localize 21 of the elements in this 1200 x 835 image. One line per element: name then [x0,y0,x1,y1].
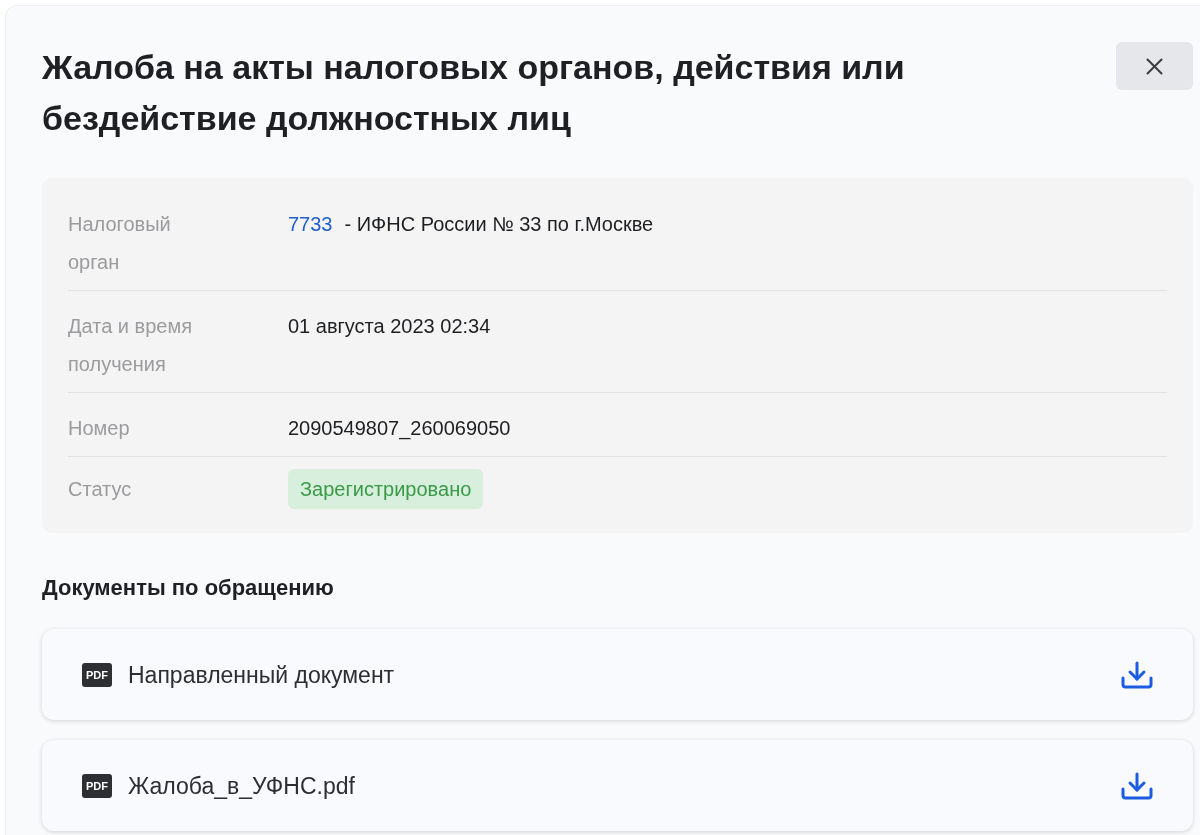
document-name: Жалоба_в_УФНС.pdf [128,771,356,801]
section-heading: Документы по обращению [42,574,335,602]
field-value: 01 августа 2023 02:34 [288,314,491,339]
field-value: - ИФНС России № 33 по г.Москве [344,212,654,237]
dialog-title: Жалоба на акты налоговых органов, действия или бездействие должностных лиц [42,47,906,139]
file-type-badge: PDF [82,773,112,798]
field-label: Номер [68,416,131,441]
status-badge: Зарегистрировано [288,469,484,509]
close-button[interactable] [1116,42,1193,90]
field-label: Статус [68,477,133,502]
download-icon [1120,660,1154,689]
document-name: Направленный документ [128,660,396,690]
field-label: Налоговый орган [68,212,172,275]
field-value: 2090549807_260069050 [288,416,511,442]
file-type-badge: PDF [82,662,112,687]
close-icon [1146,57,1163,75]
download-button[interactable] [1120,660,1154,689]
tax-office-code-link[interactable]: 7733 [288,205,333,243]
download-icon [1120,771,1154,800]
download-button[interactable] [1120,771,1154,800]
field-label: Дата и время получения [68,314,194,377]
